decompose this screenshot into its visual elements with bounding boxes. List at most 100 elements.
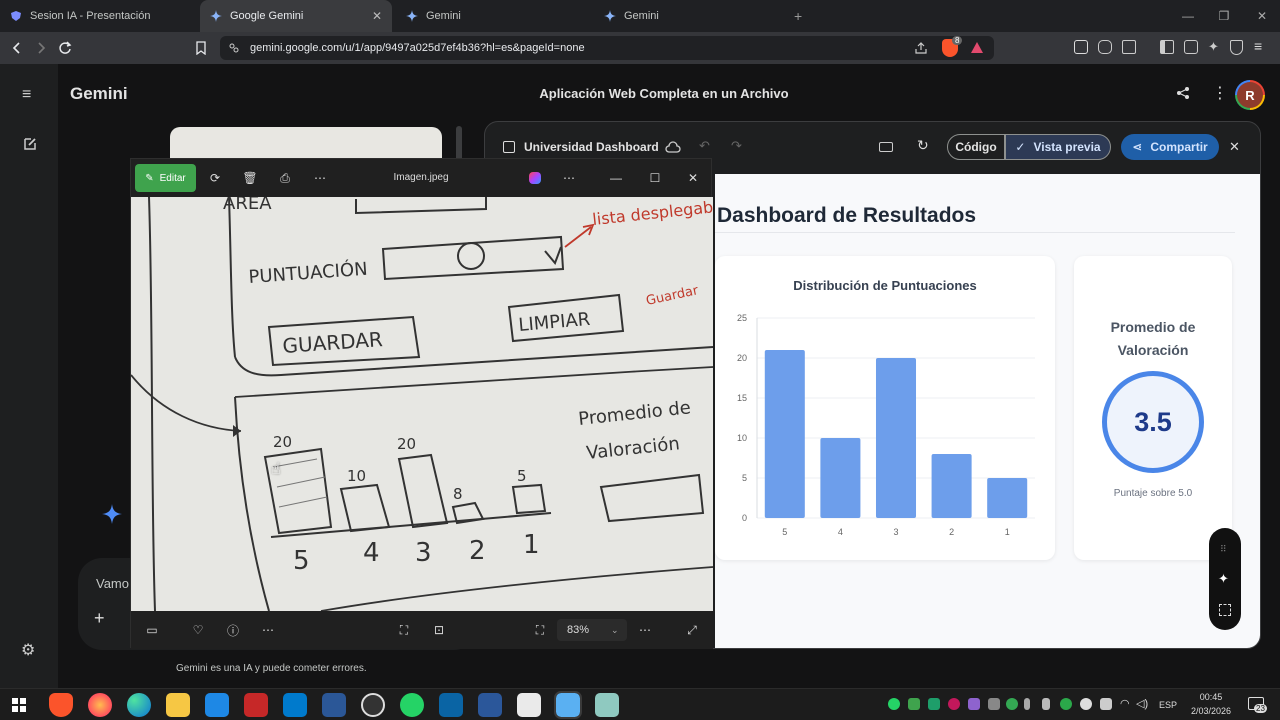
vpn-icon[interactable] [1230, 40, 1243, 55]
select-area-icon[interactable] [1219, 604, 1231, 616]
edit-button[interactable]: ✎ Editar [135, 164, 196, 192]
delete-icon[interactable]: 🗑 [239, 167, 261, 189]
sidebar-icon[interactable] [1160, 40, 1174, 54]
tray-app-icon[interactable] [1006, 698, 1018, 710]
share-canvas-button[interactable]: ⋖ Compartir [1121, 134, 1219, 160]
brave-rewards-icon[interactable] [970, 41, 984, 55]
text-scan-icon[interactable]: ⊡ [428, 619, 450, 641]
whatsapp-tray-icon[interactable] [888, 698, 900, 710]
zoom-more-icon[interactable]: ⋯ [634, 619, 656, 641]
more-options-icon[interactable]: ⋮ [1212, 83, 1228, 103]
share-page-icon[interactable] [914, 41, 928, 55]
store-app-icon[interactable] [517, 693, 541, 717]
viewer-minimize-icon[interactable]: — [605, 167, 627, 189]
new-chat-icon[interactable] [22, 136, 38, 152]
mail-app-icon[interactable] [439, 693, 463, 717]
preview-toggle[interactable]: ✓ Vista previa [1005, 134, 1111, 160]
avatar[interactable]: R [1235, 80, 1265, 110]
rotate-icon[interactable]: ⟳ [204, 167, 226, 189]
drag-handle-icon[interactable]: ⠿ [1220, 544, 1227, 555]
tray-app-icon[interactable] [928, 698, 940, 710]
leo-ai-icon[interactable]: ✦ [1208, 40, 1219, 54]
tray-app-icon[interactable] [988, 698, 1000, 710]
battery-icon[interactable] [1042, 698, 1050, 710]
clock-date[interactable]: 2/03/2026 [1184, 706, 1238, 716]
sketch-photo[interactable]: AREA PUNTUACIÓN lista desplegable GUARDA… [131, 197, 713, 611]
tray-app-icon[interactable] [908, 698, 920, 710]
outlook-app-icon[interactable] [205, 693, 229, 717]
tray-app-icon[interactable] [1100, 698, 1112, 710]
bookmark-icon[interactable] [194, 41, 208, 55]
word-app-icon[interactable] [478, 693, 502, 717]
vscode-app-icon[interactable] [283, 693, 307, 717]
azure-app-icon[interactable] [322, 693, 346, 717]
chart-bar[interactable] [820, 438, 861, 518]
tray-app-icon[interactable] [948, 698, 960, 710]
site-settings-icon[interactable] [228, 42, 240, 54]
language-indicator[interactable]: ESP [1159, 700, 1177, 710]
tab-google-gemini[interactable]: Google Gemini ✕ [200, 0, 392, 32]
tray-app-icon[interactable] [1080, 698, 1092, 710]
share-conversation-icon[interactable] [1176, 86, 1190, 100]
chart-bar[interactable] [764, 350, 805, 518]
bottom-more-icon[interactable]: ⋯ [257, 619, 279, 641]
back-icon[interactable] [10, 41, 24, 55]
extensions-icon[interactable] [1098, 40, 1112, 54]
hamburger-menu-icon[interactable]: ≡ [22, 86, 31, 104]
forward-icon[interactable] [34, 41, 48, 55]
minimize-icon[interactable]: — [1170, 0, 1206, 32]
settings-app-icon[interactable] [244, 693, 268, 717]
composer-text[interactable]: Vamo [96, 576, 129, 591]
photos-app-icon[interactable] [554, 691, 582, 719]
add-attachment-icon[interactable]: + [94, 608, 105, 629]
chart-bar[interactable] [931, 454, 972, 518]
brave-app-icon[interactable] [49, 693, 73, 717]
screenshot-icon[interactable] [1074, 40, 1088, 54]
fullscreen-icon[interactable]: ⤢ [681, 619, 703, 641]
filmstrip-icon[interactable]: ▭ [141, 619, 163, 641]
reload-icon[interactable] [58, 41, 72, 55]
tray-app-icon[interactable] [968, 698, 980, 710]
code-toggle[interactable]: Código [947, 134, 1005, 160]
settings-gear-icon[interactable]: ⚙ [21, 640, 35, 660]
close-tab-icon[interactable]: ✕ [372, 9, 382, 23]
tab-gemini-3[interactable]: Gemini [594, 0, 786, 32]
reading-list-icon[interactable] [1122, 40, 1136, 54]
url-field[interactable]: gemini.google.com/u/1/app/9497a025d7ef4b… [220, 36, 994, 60]
chart-bar[interactable] [987, 478, 1028, 518]
whatsapp-app-icon[interactable] [400, 693, 424, 717]
zoom-select[interactable]: 83% ⌄ [557, 619, 627, 641]
github-app-icon[interactable] [361, 693, 385, 717]
notepad-app-icon[interactable] [595, 693, 619, 717]
visual-search-icon[interactable]: ⛶ [393, 619, 415, 641]
close-canvas-icon[interactable]: ✕ [1229, 139, 1240, 155]
favorite-heart-icon[interactable]: ♡ [187, 619, 209, 641]
more-icon[interactable]: ⋯ [309, 167, 331, 189]
firefox-app-icon[interactable] [88, 693, 112, 717]
viewer-more-icon[interactable]: ⋯ [558, 167, 580, 189]
restore-icon[interactable]: ❐ [1206, 0, 1242, 32]
undo-icon[interactable]: ↶ [699, 138, 710, 154]
fit-screen-icon[interactable]: ⛶ [529, 619, 551, 641]
clock-time[interactable]: 00:45 [1184, 692, 1238, 702]
file-explorer-icon[interactable] [166, 693, 190, 717]
viewer-close-icon[interactable]: ✕ [682, 167, 704, 189]
copilot-icon[interactable] [529, 172, 541, 184]
refresh-preview-icon[interactable]: ↻ [917, 137, 929, 154]
windows-start-icon[interactable] [12, 698, 26, 712]
print-icon[interactable]: ⎙ [274, 167, 296, 189]
chart-bar[interactable] [875, 358, 917, 518]
tab-gemini-2[interactable]: Gemini [396, 0, 588, 32]
info-icon[interactable]: ⓘ [222, 619, 244, 641]
wallet-icon[interactable] [1184, 40, 1198, 54]
redo-icon[interactable]: ↷ [731, 138, 742, 154]
console-icon[interactable] [879, 142, 893, 152]
edge-app-icon[interactable] [127, 693, 151, 717]
tab-sesion-ia[interactable]: Sesion IA - Presentación [0, 0, 198, 32]
new-tab-icon[interactable]: + [794, 8, 802, 24]
microphone-icon[interactable] [1024, 698, 1030, 710]
magic-edit-icon[interactable]: ✦ [1218, 571, 1229, 587]
tray-app-icon[interactable] [1060, 698, 1072, 710]
viewer-maximize-icon[interactable]: ☐ [644, 167, 666, 189]
volume-icon[interactable]: ◁) [1136, 697, 1148, 710]
